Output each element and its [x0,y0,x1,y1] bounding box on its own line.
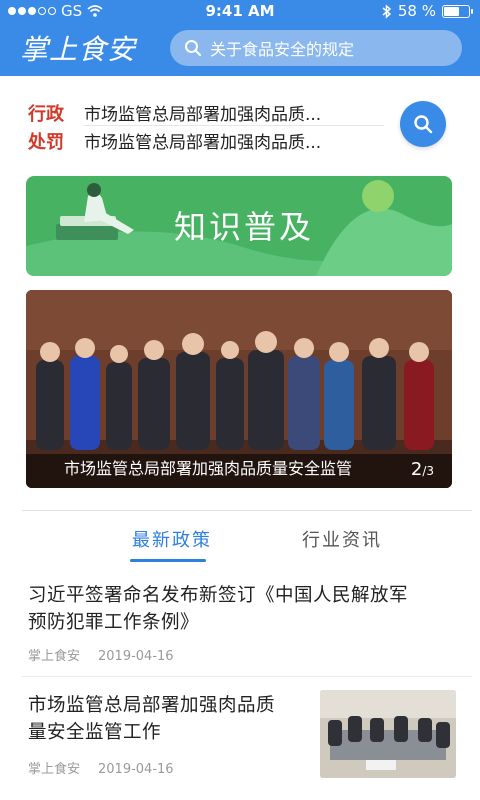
news-date: 2019-04-16 [98,649,174,664]
news-meta: 掌上食安 2019-04-16 [28,758,174,777]
penalty-tag-admin: 行政 [28,104,64,125]
knowledge-banner[interactable]: 知识普及 [26,176,452,276]
news-date: 2019-04-16 [98,762,174,777]
top-bar: GS 9:41 AM 58 % 掌上食安 关于食品安全的规定 [0,0,480,76]
battery-icon [442,4,473,18]
search-input[interactable]: 关于食品安全的规定 [170,30,462,66]
news-title: 习近平签署命名发布新签订《中国人民解放军 预防犯罪工作条例》 [28,582,468,636]
news-source: 掌上食安 [28,649,81,664]
news-title-line: 量安全监管工作 [28,722,162,743]
penalty-divider [84,125,384,126]
penalty-item[interactable]: 市场监管总局部署加强肉品质... [84,128,321,153]
carousel-pager: 2/3 [411,459,434,480]
tab-active-indicator [130,559,206,562]
news-title-line: 市场监管总局部署加强肉品质 [28,695,276,716]
banner-title: 知识普及 [174,208,315,246]
bluetooth-icon [382,3,392,19]
news-title: 市场监管总局部署加强肉品质 量安全监管工作 [28,692,313,746]
battery-percent: 58 % [397,2,436,20]
tab-industry-news[interactable]: 行业资讯 [302,526,382,552]
status-right: 58 % [382,2,473,20]
search-icon [185,40,201,56]
news-thumbnail [320,690,456,778]
news-meta: 掌上食安 2019-04-16 [28,645,174,664]
status-bar: GS 9:41 AM 58 % [0,0,480,22]
news-title-line: 预防犯罪工作条例》 [28,612,200,633]
battery-fill [444,6,460,16]
tab-latest-policy[interactable]: 最新政策 [132,526,212,552]
penalty-list: 行政 市场监管总局部署加强肉品质... 处罚 市场监管总局部署加强肉品质... [28,96,388,156]
news-divider [22,676,472,677]
news-title-line: 习近平签署命名发布新签订《中国人民解放军 [28,585,409,606]
news-source: 掌上食安 [28,762,81,777]
meeting-photo [320,690,456,778]
news-carousel[interactable]: 市场监管总局部署加强肉品质量安全监管 2/3 [26,290,452,488]
carousel-caption: 市场监管总局部署加强肉品质量安全监管 [64,459,353,478]
pager-current: 2 [410,459,423,480]
pager-total: /3 [422,464,434,478]
search-icon [414,115,433,134]
penalty-tag-punish: 处罚 [28,132,64,153]
section-divider [22,510,472,511]
search-placeholder: 关于食品安全的规定 [210,40,355,59]
penalty-search-button[interactable] [400,101,446,147]
app-logo: 掌上食安 [20,33,137,66]
penalty-item[interactable]: 市场监管总局部署加强肉品质... [84,100,321,125]
